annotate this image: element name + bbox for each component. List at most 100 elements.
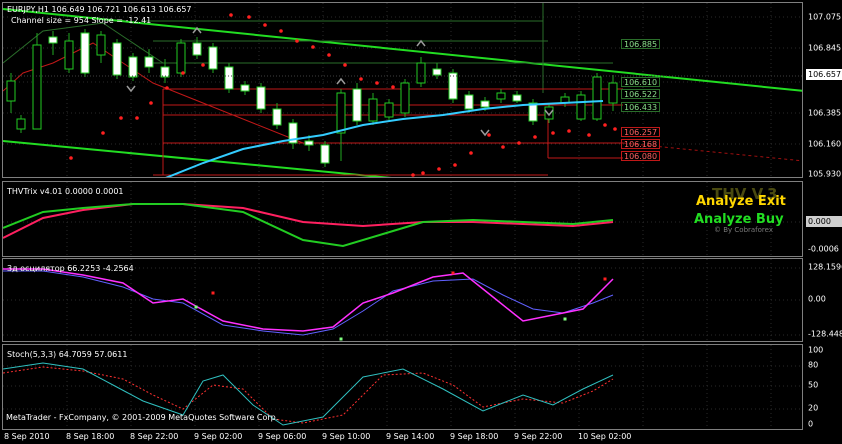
upper-level-label: 106.610 <box>621 77 661 87</box>
candle-body <box>544 106 554 120</box>
signal-dot <box>229 13 233 17</box>
time-label: 9 Sep 22:00 <box>514 432 563 441</box>
candle-body <box>6 80 16 102</box>
signal-dot <box>181 71 185 75</box>
signal-dot <box>533 135 537 139</box>
trix-line-green <box>3 203 614 248</box>
candle-body <box>416 62 426 84</box>
time-label: 9 Sep 10:00 <box>322 432 371 441</box>
current-price-label: 106.657 <box>806 69 842 80</box>
candle-body <box>224 66 234 90</box>
signal-dot <box>247 15 251 19</box>
candle-body <box>496 92 506 100</box>
candle-body <box>480 100 490 108</box>
stochastic-tick: 0 <box>808 419 814 429</box>
upper-level-label: 106.522 <box>621 89 661 99</box>
candle-body <box>112 42 122 76</box>
price-chart-svg <box>3 3 802 177</box>
signal-dot <box>165 86 169 90</box>
oscillator-marker <box>194 305 198 309</box>
signal-dot <box>327 53 331 57</box>
signal-arrow <box>336 77 346 85</box>
thv-trix-panel: THVTrix v4.01 0.0000 0.0001 THV V.3 Anal… <box>0 181 842 257</box>
signal-dot <box>517 141 521 145</box>
time-label: 9 Sep 06:00 <box>258 432 307 441</box>
signal-dot <box>343 63 347 67</box>
oscillator-marker <box>211 291 215 295</box>
candle-body <box>432 68 442 76</box>
time-label: 10 Sep 02:00 <box>578 432 632 441</box>
candle-body <box>256 86 266 110</box>
price-tick: 106.385 <box>808 108 842 118</box>
oscillator-signal-line <box>3 270 614 336</box>
oscillator-axis: 128.1596 0.00 -128.4484 <box>804 258 842 342</box>
signal-dot <box>119 116 123 120</box>
price-chart-area[interactable]: EURJPY,H1 106.649 106.721 106.613 106.65… <box>2 2 803 178</box>
oscillator-area[interactable]: 3д осцилятор 66.2253 -4.2564 <box>2 258 803 342</box>
oscillator-marker <box>339 337 343 341</box>
signal-dot <box>587 133 591 137</box>
signal-dot <box>135 116 139 120</box>
candle-body <box>48 36 58 44</box>
time-label: 9 Sep 02:00 <box>194 432 243 441</box>
lower-level-label: 106.168 <box>621 139 661 149</box>
candle-body <box>400 82 410 114</box>
oscillator-tick: -128.4484 <box>808 329 842 339</box>
stochastic-axis: 100 80 50 20 0 <box>804 344 842 430</box>
candle-body <box>32 44 42 130</box>
lower-level-label: 106.257 <box>621 127 661 137</box>
signal-dot <box>295 39 299 43</box>
time-axis: 8 Sep 2010 8 Sep 18:00 8 Sep 22:00 9 Sep… <box>2 430 803 444</box>
signal-dot <box>279 29 283 33</box>
time-label: 9 Sep 14:00 <box>386 432 435 441</box>
candle-body <box>144 56 154 68</box>
signal-dot <box>201 63 205 67</box>
candle-body <box>208 46 218 70</box>
candle-body <box>592 76 602 120</box>
candle-body <box>64 40 74 70</box>
signal-dot <box>263 23 267 27</box>
stochastic-tick: 50 <box>808 380 819 390</box>
signal-dot <box>613 127 617 131</box>
stochastic-tick: 100 <box>808 345 824 355</box>
price-panel: EURJPY,H1 106.649 106.721 106.613 106.65… <box>0 0 842 180</box>
candle-body <box>272 108 282 126</box>
signal-dot <box>69 156 73 160</box>
candle-body <box>176 42 186 74</box>
thv-zero-box: 0.000 <box>806 216 842 227</box>
candle-body <box>352 88 362 122</box>
candle-body <box>448 72 458 100</box>
time-label: 8 Sep 22:00 <box>130 432 179 441</box>
signal-dot <box>101 131 105 135</box>
thv-trix-area[interactable]: THVTrix v4.01 0.0000 0.0001 THV V.3 Anal… <box>2 181 803 257</box>
price-axis: 107.075 106.845 106.385 106.160 105.930 <box>804 2 842 179</box>
oscillator-tick: 128.1596 <box>808 262 842 272</box>
candle-body <box>192 42 202 56</box>
candle-body <box>128 56 138 78</box>
oscillator-tick: 0.00 <box>808 294 826 304</box>
copyright-text: MetaTrader - FxCompany, © 2001-2009 Meta… <box>6 413 279 422</box>
oscillator-marker <box>451 271 455 275</box>
price-tick: 105.930 <box>808 169 842 179</box>
analyze-exit-label: Analyze Exit <box>696 194 786 209</box>
candle-body <box>576 94 586 120</box>
signal-dot <box>551 131 555 135</box>
candle-body <box>96 34 106 56</box>
signal-dot <box>567 129 571 133</box>
candle-body <box>464 94 474 110</box>
candle-body <box>528 102 538 122</box>
signal-dot <box>603 123 607 127</box>
time-label: 8 Sep 18:00 <box>66 432 115 441</box>
signal-dot <box>375 81 379 85</box>
signal-dot <box>149 101 153 105</box>
thv-trix-tick: -0.0006 <box>808 244 839 254</box>
cobraforex-credit: © By Cobraforex <box>714 226 773 234</box>
candle-body <box>304 140 314 146</box>
candle-body <box>240 84 250 92</box>
symbol-header: EURJPY,H1 106.649 106.721 106.613 106.65… <box>7 5 192 14</box>
signal-dot <box>487 133 491 137</box>
signal-dot <box>421 171 425 175</box>
candle-body <box>384 102 394 118</box>
candle-body <box>512 94 522 102</box>
stochastic-tick: 20 <box>808 403 819 413</box>
